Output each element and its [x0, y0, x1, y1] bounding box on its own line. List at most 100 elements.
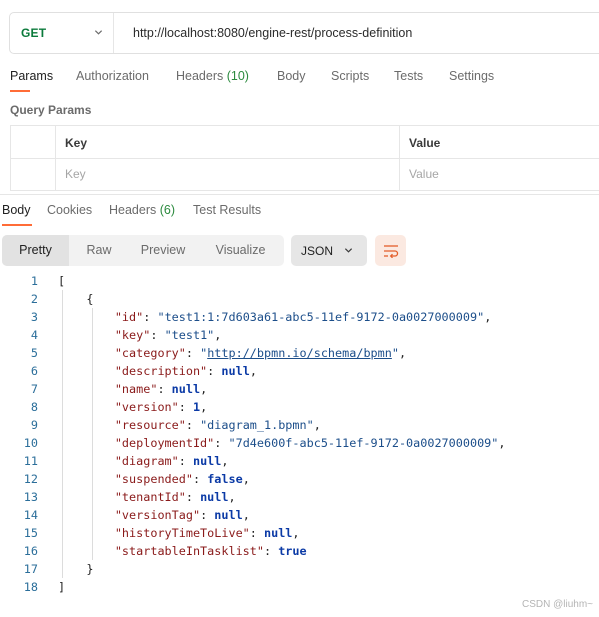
- json-string: ": [391, 346, 399, 360]
- line-number: 3: [30, 310, 38, 324]
- tab-label: Authorization: [76, 69, 149, 83]
- line-content: [: [58, 272, 65, 290]
- tab-label: Test Results: [193, 203, 262, 217]
- json-punct: ,: [242, 508, 250, 522]
- code-line: 6 "description": null,: [0, 362, 599, 380]
- line-number: 14: [23, 508, 38, 522]
- line-number: 4: [30, 328, 38, 342]
- tab-label: Body: [277, 69, 306, 83]
- line-content: "startableInTasklist": true: [58, 542, 307, 560]
- line-content: "id": "test1:1:7d603a61-abc5-11ef-9172-0…: [58, 308, 491, 326]
- tab-settings[interactable]: Settings: [449, 69, 494, 83]
- tab-headers[interactable]: Headers (10): [176, 69, 249, 83]
- tab-count: (10): [226, 69, 249, 83]
- view-visualize-button[interactable]: Visualize: [197, 235, 284, 266]
- tab-cookies[interactable]: Cookies: [47, 203, 92, 217]
- view-raw-button[interactable]: Raw: [69, 235, 129, 266]
- column-header-value: Value: [409, 136, 441, 150]
- tab-body[interactable]: Body: [277, 69, 306, 83]
- watermark: CSDN @liuhm~: [522, 599, 594, 610]
- json-punct: ,: [398, 346, 407, 360]
- json-punct: ,: [498, 436, 506, 450]
- query-params-title: Query Params: [10, 103, 92, 117]
- view-preview-button[interactable]: Preview: [129, 235, 197, 266]
- json-key: "key": [114, 328, 151, 342]
- param-value-input[interactable]: Value: [409, 167, 439, 181]
- wrap-lines-button[interactable]: [375, 235, 406, 266]
- line-content: "key": "test1",: [58, 326, 222, 344]
- param-key-input[interactable]: Key: [65, 167, 86, 181]
- code-line: 14 "versionTag": null,: [0, 506, 599, 524]
- json-punct: ,: [313, 418, 321, 432]
- json-punct: ,: [221, 454, 229, 468]
- line-content: "versionTag": null,: [58, 506, 250, 524]
- json-punct: ,: [292, 526, 300, 540]
- line-number: 7: [30, 382, 38, 396]
- json-link[interactable]: http://bpmn.io/schema/bpmn: [207, 346, 392, 360]
- json-punct: :: [143, 310, 158, 324]
- json-punct: ,: [200, 382, 208, 396]
- json-key: "version": [114, 400, 179, 414]
- tab-test-results[interactable]: Test Results: [193, 203, 261, 217]
- line-number: 2: [30, 292, 38, 306]
- json-punct: ,: [249, 364, 257, 378]
- line-content: "suspended": false,: [58, 470, 250, 488]
- tab-tests[interactable]: Tests: [394, 69, 423, 83]
- json-punct: :: [200, 508, 215, 522]
- line-number: 17: [23, 562, 38, 576]
- json-key: "description": [114, 364, 208, 378]
- tab-label: Cookies: [47, 203, 93, 217]
- line-number: 15: [23, 526, 38, 540]
- json-punct: [58, 418, 115, 432]
- method-label: GET: [21, 26, 47, 40]
- url-input[interactable]: http://localhost:8080/engine-rest/proces…: [114, 26, 412, 40]
- json-punct: [58, 328, 115, 342]
- tab-label: Headers: [176, 69, 224, 83]
- json-key: "resource": [114, 418, 186, 432]
- json-punct: :: [157, 382, 172, 396]
- format-select[interactable]: JSON: [291, 235, 367, 266]
- code-line: 9 "resource": "diagram_1.bpmn",: [0, 416, 599, 434]
- code-line: 15 "historyTimeToLive": null,: [0, 524, 599, 542]
- active-tab-indicator: [10, 90, 30, 92]
- json-literal: null: [214, 508, 243, 522]
- table-divider: [11, 158, 599, 159]
- json-key: "historyTimeToLive": [114, 526, 250, 540]
- method-select[interactable]: GET: [10, 13, 114, 53]
- tab-scripts[interactable]: Scripts: [331, 69, 369, 83]
- line-content: "name": null,: [58, 380, 207, 398]
- json-punct: [58, 436, 115, 450]
- line-number: 8: [30, 400, 38, 414]
- column-divider: [55, 126, 56, 190]
- code-line: 1[: [0, 272, 599, 290]
- tab-params[interactable]: Params: [10, 69, 53, 83]
- code-line: 12 "suspended": false,: [0, 470, 599, 488]
- tab-count: (6): [159, 203, 176, 217]
- chevron-down-icon: [94, 30, 103, 35]
- url-bar: GET http://localhost:8080/engine-rest/pr…: [9, 12, 599, 54]
- column-header-key: Key: [65, 136, 88, 150]
- json-string: "diagram_1.bpmn": [200, 418, 314, 432]
- section-divider: [0, 194, 599, 195]
- json-punct: }: [58, 562, 94, 576]
- json-punct: [58, 382, 115, 396]
- line-content: "description": null,: [58, 362, 257, 380]
- json-literal: false: [207, 472, 243, 486]
- code-line: 2 {: [0, 290, 599, 308]
- tab-response-headers[interactable]: Headers (6): [109, 203, 175, 217]
- code-line: 3 "id": "test1:1:7d603a61-abc5-11ef-9172…: [0, 308, 599, 326]
- tab-response-body[interactable]: Body: [2, 203, 31, 217]
- json-punct: [58, 364, 115, 378]
- tab-label: Headers: [109, 203, 157, 217]
- tab-label: Scripts: [331, 69, 370, 83]
- view-mode-toggle: Pretty Raw Preview Visualize: [2, 235, 284, 266]
- json-literal: null: [221, 364, 250, 378]
- json-string: "test1": [164, 328, 215, 342]
- code-line: 16 "startableInTasklist": true: [0, 542, 599, 560]
- json-punct: ,: [200, 400, 208, 414]
- json-punct: [58, 400, 115, 414]
- tab-label: Body: [2, 203, 31, 217]
- json-punct: :: [150, 328, 165, 342]
- tab-authorization[interactable]: Authorization: [76, 69, 149, 83]
- view-pretty-button[interactable]: Pretty: [2, 235, 69, 266]
